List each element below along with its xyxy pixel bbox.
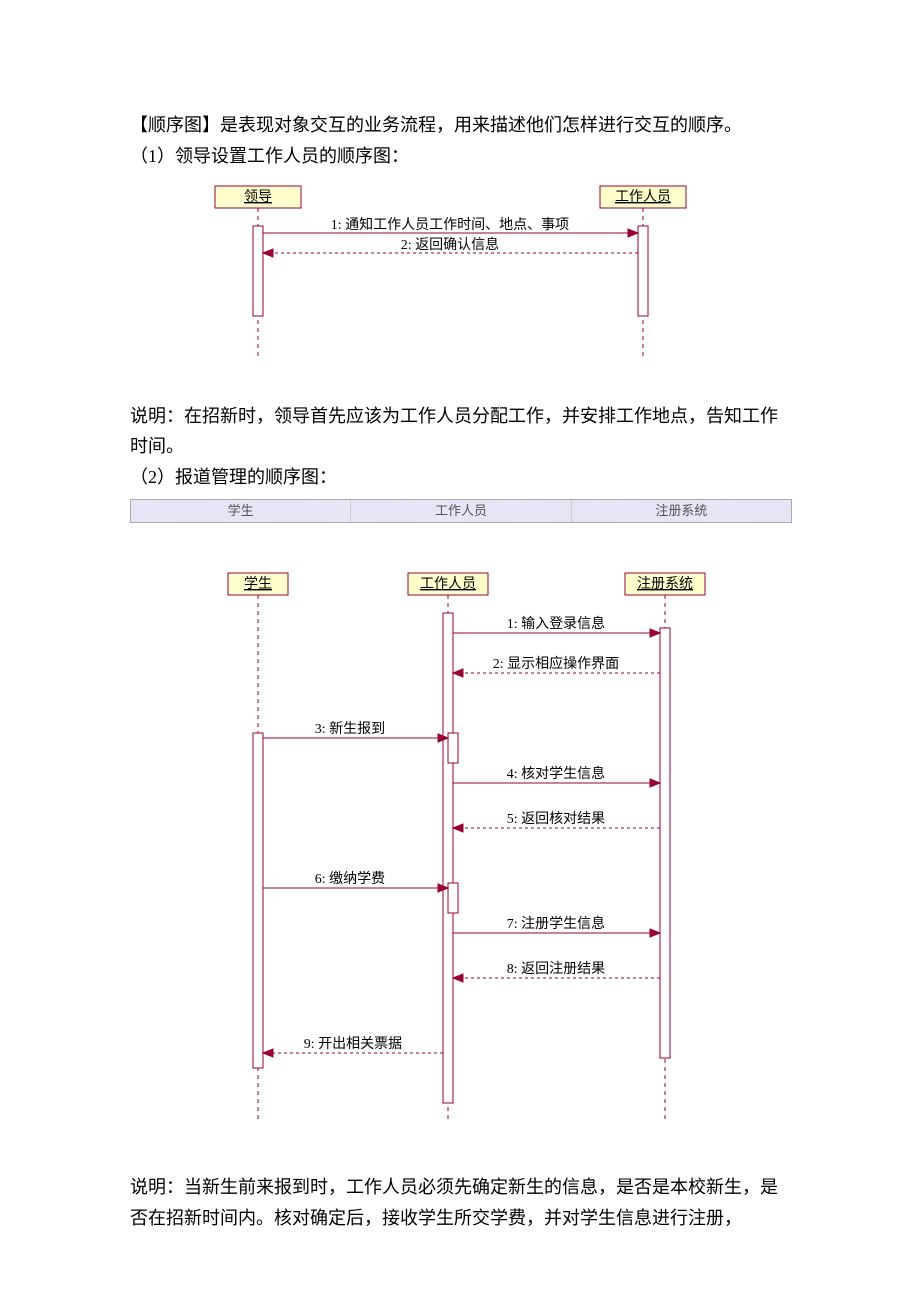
d2-msg-6: 6: 缴纳学费 xyxy=(315,871,385,887)
d1-msg-1: 1: 通知工作人员工作时间、地点、事项 xyxy=(331,216,569,233)
d2-msg-4: 4: 核对学生信息 xyxy=(507,765,605,782)
d2-msg-3: 3: 新生报到 xyxy=(315,721,385,737)
mid-text-2: （2）报道管理的顺序图： xyxy=(130,462,790,493)
d2-actor-b: 工作人员 xyxy=(420,576,476,592)
mid-text-1: 说明：在招新时，领导首先应该为工作人员分配工作，并安排工作地点，告知工作时间。 xyxy=(130,401,790,462)
sequence-diagram-1: 领导 工作人员 1: 通知工作人员工作时间、地点、事项 2: 返回确认信息 xyxy=(130,181,790,371)
d1-actor-b: 工作人员 xyxy=(615,189,671,205)
intro-text-1: 【顺序图】是表现对象交互的业务流程，用来描述他们怎样进行交互的顺序。 xyxy=(130,110,790,141)
d2-msg-5: 5: 返回核对结果 xyxy=(507,811,605,827)
d2-msg-9: 9: 开出相关票据 xyxy=(304,1036,402,1052)
outro-text-1: 说明：当新生前来报到时，工作人员必须先确定新生的信息，是否是本校新生，是否在招新… xyxy=(130,1172,790,1233)
d2-actor-c: 注册系统 xyxy=(637,576,693,592)
d1-msg-2: 2: 返回确认信息 xyxy=(401,236,499,253)
tab-student: 学生 xyxy=(131,500,351,522)
d1-actor-a: 领导 xyxy=(244,189,272,205)
tab-system: 注册系统 xyxy=(572,500,791,522)
d2-msg-7: 7: 注册学生信息 xyxy=(507,915,605,932)
intro-text-2: （1）领导设置工作人员的顺序图： xyxy=(130,141,790,172)
tab-staff: 工作人员 xyxy=(351,500,571,522)
d2-msg-2: 2: 显示相应操作界面 xyxy=(493,655,619,672)
d2-actor-a: 学生 xyxy=(244,576,272,592)
d2-msg-1: 1: 输入登录信息 xyxy=(507,615,605,632)
diagram2-header-tabs: 学生 工作人员 注册系统 xyxy=(130,499,792,523)
d2-msg-8: 8: 返回注册结果 xyxy=(507,961,605,977)
sequence-diagram-2: 学生 工作人员 注册系统 1: 输入登录信息 2: 显示相应操作界面 xyxy=(130,533,790,1143)
